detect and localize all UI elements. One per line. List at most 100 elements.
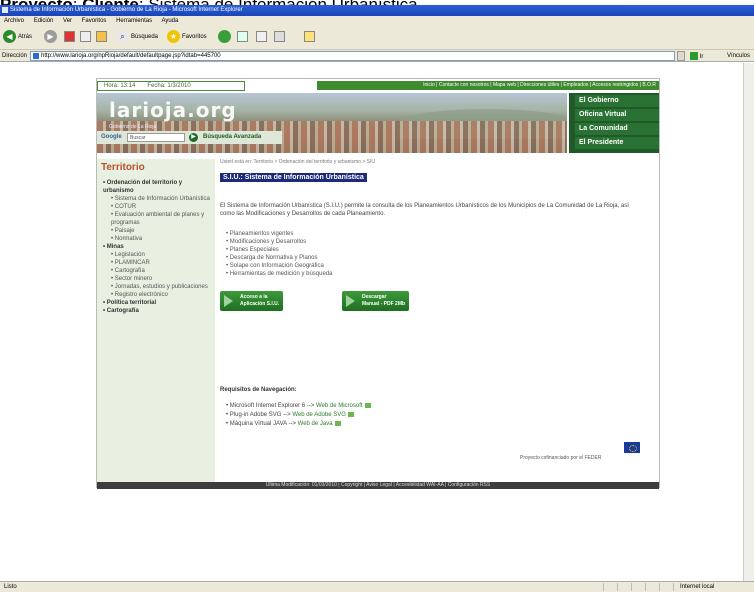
sidebar-item[interactable]: • Minas bbox=[101, 243, 211, 251]
web-page: Hora: 13:14 Fecha: 1/3/2010 Inicio | Cont… bbox=[96, 78, 660, 489]
address-dropdown[interactable] bbox=[677, 51, 685, 61]
nav-oficina-virtual[interactable]: Oficina Virtual bbox=[575, 109, 659, 121]
search-go-button[interactable]: ▶ bbox=[189, 133, 198, 142]
page-icon bbox=[33, 53, 39, 59]
date: Fecha: 1/3/2010 bbox=[147, 83, 191, 89]
nav-comunidad[interactable]: La Comunidad bbox=[575, 123, 659, 135]
sidebar-item[interactable]: • Cartografía bbox=[101, 267, 211, 275]
menu-favorites[interactable]: Favoritos bbox=[82, 18, 107, 24]
req-text: • Plug-in Adobe SVG --> bbox=[226, 412, 293, 418]
sidebar-item[interactable]: • PLAMINCAR bbox=[101, 259, 211, 267]
req-link[interactable]: Web de Java bbox=[298, 421, 333, 427]
requirements-title: Requisitos de Navegación: bbox=[220, 387, 297, 393]
main-content: Usted está en: Territorio > Ordenación d… bbox=[220, 159, 658, 489]
stop-button[interactable] bbox=[64, 30, 75, 44]
breadcrumb[interactable]: Usted está en: Territorio > Ordenación d… bbox=[220, 159, 658, 166]
menu-file[interactable]: Archivo bbox=[4, 18, 24, 24]
nav-gobierno[interactable]: El Gobierno bbox=[575, 95, 659, 107]
menu-tools[interactable]: Herramientas bbox=[116, 18, 152, 24]
list-item: • Solape con Información Geográfica bbox=[226, 263, 324, 269]
page-title: S.I.U.: Sistema de Información Urbanísti… bbox=[220, 173, 367, 182]
sidebar-title: Territorio bbox=[101, 162, 145, 173]
list-item: • Planes Especiales bbox=[226, 247, 279, 253]
media-button[interactable] bbox=[218, 30, 233, 44]
status-segments bbox=[590, 583, 675, 591]
back-label: Atrás bbox=[18, 34, 33, 41]
menu-help[interactable]: Ayuda bbox=[161, 18, 178, 24]
home-button[interactable] bbox=[96, 30, 107, 44]
site-logo-sub: Gobierno de La Rioja bbox=[109, 124, 157, 130]
sidebar-item[interactable]: • Normativa bbox=[101, 235, 211, 243]
list-item: • Máquina Virtual JAVA --> Web de Java bbox=[226, 420, 371, 429]
sidebar-item[interactable]: • Registro electrónico bbox=[101, 291, 211, 299]
address-text: http://www.larioja.org/npRioja/default/d… bbox=[41, 53, 221, 59]
time-box: Hora: 13:14 Fecha: 1/3/2010 bbox=[97, 81, 245, 91]
req-link[interactable]: Web de Microsoft bbox=[316, 403, 363, 409]
list-item: • Descarga de Normativa y Planos bbox=[226, 255, 318, 261]
forward-icon: ▶ bbox=[44, 30, 57, 43]
req-link[interactable]: Web de Adobe SVG bbox=[292, 412, 346, 418]
top-links[interactable]: Inicio | Contacte con nosotros | Mapa we… bbox=[317, 81, 659, 90]
zone-text: Internet local bbox=[680, 584, 715, 590]
time: Hora: 13:14 bbox=[104, 83, 136, 89]
sidebar-item[interactable]: • Evaluación ambiental de planes y progr… bbox=[101, 211, 211, 227]
list-item: • Herramientas de medición y búsqueda bbox=[226, 271, 333, 277]
print-button[interactable] bbox=[274, 30, 285, 44]
menu-edit[interactable]: Edición bbox=[34, 18, 54, 24]
favorites-button[interactable]: ★ Favoritos bbox=[167, 30, 207, 44]
address-input[interactable]: http://www.larioja.org/npRioja/default/d… bbox=[30, 51, 675, 61]
download-icon bbox=[346, 295, 355, 307]
menubar: Archivo Edición Ver Favoritos Herramient… bbox=[0, 16, 754, 26]
list-item: • Plug-in Adobe SVG --> Web de Adobe SVG bbox=[226, 411, 371, 420]
stop-icon bbox=[64, 30, 75, 42]
status-bar: Listo Internet local bbox=[0, 581, 754, 592]
list-item: • Microsoft Internet Explorer 6 --> Web … bbox=[226, 402, 371, 411]
feature-list: • Planeamientos vigentes • Modificacione… bbox=[220, 230, 658, 278]
header-banner: larioja.org Gobierno de La Rioja bbox=[97, 93, 567, 153]
intro-text: El Sistema de Información Urbanística (S… bbox=[220, 203, 629, 217]
back-button[interactable]: ◀ Atrás bbox=[3, 30, 32, 44]
history-button[interactable] bbox=[237, 30, 248, 44]
sidebar-item[interactable]: • Cartografía bbox=[101, 307, 211, 315]
sidebar-item[interactable]: • Sector minero bbox=[101, 275, 211, 283]
page-footer[interactable]: Última Modificación: 01/03/2010 | Copyri… bbox=[97, 482, 659, 489]
list-item: • Modificaciones y Desarrollos bbox=[226, 239, 307, 245]
advanced-search-link[interactable]: Búsqueda Avanzada bbox=[203, 131, 261, 144]
edit-button[interactable] bbox=[304, 30, 315, 44]
sidebar-item[interactable]: • Legislación bbox=[101, 251, 211, 259]
list-item: • Planeamientos vigentes bbox=[226, 231, 294, 237]
sidebar-item[interactable]: • Paisaje bbox=[101, 227, 211, 235]
sidebar-item[interactable]: • Ordenación del territorio y urbanismo bbox=[101, 179, 211, 195]
nav-presidente[interactable]: El Presidente bbox=[575, 137, 659, 149]
print-icon bbox=[274, 30, 285, 42]
search-button[interactable]: ⌕ Búsqueda bbox=[116, 30, 158, 44]
action-buttons: Acceso a la Aplicación S.I.U. Descargar … bbox=[220, 291, 520, 311]
address-bar: Dirección http://www.larioja.org/npRioja… bbox=[0, 50, 754, 62]
sidebar-item[interactable]: • Política territorial bbox=[101, 299, 211, 307]
search-input[interactable]: Buscar bbox=[127, 133, 185, 142]
refresh-button[interactable] bbox=[80, 30, 91, 44]
media-icon bbox=[218, 30, 231, 43]
go-label: Ir bbox=[699, 54, 704, 60]
sidebar-item[interactable]: • Sistema de Información Urbanística bbox=[101, 195, 211, 203]
mail-button[interactable] bbox=[256, 30, 267, 44]
arrow-icon bbox=[347, 411, 354, 417]
sidebar-item[interactable]: • Jornadas, estudios y publicaciones bbox=[101, 283, 211, 291]
arrow-icon bbox=[364, 402, 371, 408]
favorites-icon: ★ bbox=[167, 30, 180, 43]
forward-button[interactable]: ▶ bbox=[44, 30, 59, 44]
site-logo[interactable]: larioja.org bbox=[109, 98, 237, 122]
links-button[interactable]: Vínculos bbox=[727, 50, 750, 62]
eu-funding-text: Proyecto cofinanciado por el FEDER bbox=[520, 455, 602, 461]
access-siu-button[interactable]: Acceso a la Aplicación S.I.U. bbox=[220, 291, 284, 311]
go-button[interactable]: Ir bbox=[690, 51, 703, 61]
menu-view[interactable]: Ver bbox=[63, 18, 72, 24]
sidebar-item[interactable]: • COTUR bbox=[101, 203, 211, 211]
go-icon bbox=[690, 52, 698, 61]
window-titlebar[interactable]: Sistema de Información Urbanística - Gob… bbox=[0, 5, 754, 16]
download-manual-button[interactable]: Descargar Manual - PDF 2Mb bbox=[342, 291, 410, 311]
sidebar: Territorio • Ordenación del territorio y… bbox=[97, 159, 215, 489]
search-bar: Google Buscar ▶ Búsqueda Avanzada bbox=[97, 131, 282, 144]
search-label: Búsqueda bbox=[131, 34, 159, 41]
vertical-scrollbar[interactable] bbox=[743, 63, 754, 581]
